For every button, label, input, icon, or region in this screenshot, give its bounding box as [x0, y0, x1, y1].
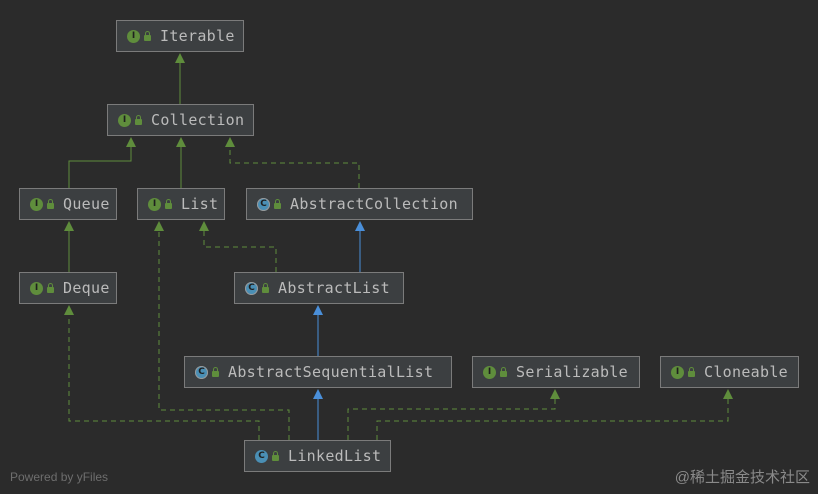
node-queue[interactable]: I Queue: [19, 188, 117, 220]
class-badge-icon: C: [255, 449, 268, 463]
watermark-text: @稀土掘金技术社区: [674, 469, 810, 486]
lock-icon: [272, 451, 279, 461]
interface-badge-icon: I: [148, 197, 161, 211]
interface-badge-icon: I: [30, 197, 43, 211]
abstract-class-badge-icon: C: [245, 281, 258, 295]
node-label: Deque: [63, 279, 110, 297]
inheritance-edges: [64, 53, 733, 440]
lock-icon: [274, 199, 281, 209]
lock-icon: [688, 367, 695, 377]
node-label: List: [181, 195, 219, 213]
node-abstract-list[interactable]: C AbstractList: [234, 272, 404, 304]
lock-icon: [47, 283, 54, 293]
abstract-class-badge-icon: C: [195, 365, 208, 379]
node-label: LinkedList: [288, 447, 382, 465]
lock-icon: [135, 115, 142, 125]
node-iterable[interactable]: I Iterable: [116, 20, 244, 52]
edge-queue-collection: [68, 137, 136, 188]
node-label: Queue: [63, 195, 110, 213]
node-label: Collection: [151, 111, 245, 129]
interface-badge-icon: I: [127, 29, 140, 43]
powered-by-text: Powered by yFiles: [10, 470, 109, 484]
edge-abstractlist-list: [199, 221, 277, 272]
node-cloneable[interactable]: I Cloneable: [660, 356, 799, 388]
node-label: AbstractSequentialList: [228, 363, 434, 381]
node-deque[interactable]: I Deque: [19, 272, 117, 304]
interface-badge-icon: I: [671, 365, 684, 379]
interface-badge-icon: I: [483, 365, 496, 379]
lock-icon: [500, 367, 507, 377]
node-label: Iterable: [160, 27, 235, 45]
lock-icon: [212, 367, 219, 377]
node-label: Serializable: [516, 363, 628, 381]
lock-icon: [144, 31, 151, 41]
node-linked-list[interactable]: C LinkedList: [244, 440, 391, 472]
node-label: Cloneable: [704, 363, 788, 381]
lock-icon: [165, 199, 172, 209]
interface-badge-icon: I: [118, 113, 131, 127]
edge-linkedlist-list: [154, 221, 290, 440]
node-label: AbstractList: [278, 279, 390, 297]
lock-icon: [47, 199, 54, 209]
edge-abstractcollection-collection: [225, 137, 360, 188]
node-collection[interactable]: I Collection: [107, 104, 254, 136]
node-abstract-collection[interactable]: C AbstractCollection: [246, 188, 473, 220]
node-serializable[interactable]: I Serializable: [472, 356, 640, 388]
interface-badge-icon: I: [30, 281, 43, 295]
edge-linkedlist-cloneable: [376, 389, 733, 440]
node-abstract-sequential-list[interactable]: C AbstractSequentialList: [184, 356, 452, 388]
lock-icon: [262, 283, 269, 293]
node-label: AbstractCollection: [290, 195, 458, 213]
node-list[interactable]: I List: [137, 188, 225, 220]
edge-linkedlist-serializable: [347, 389, 560, 440]
abstract-class-badge-icon: C: [257, 197, 270, 211]
